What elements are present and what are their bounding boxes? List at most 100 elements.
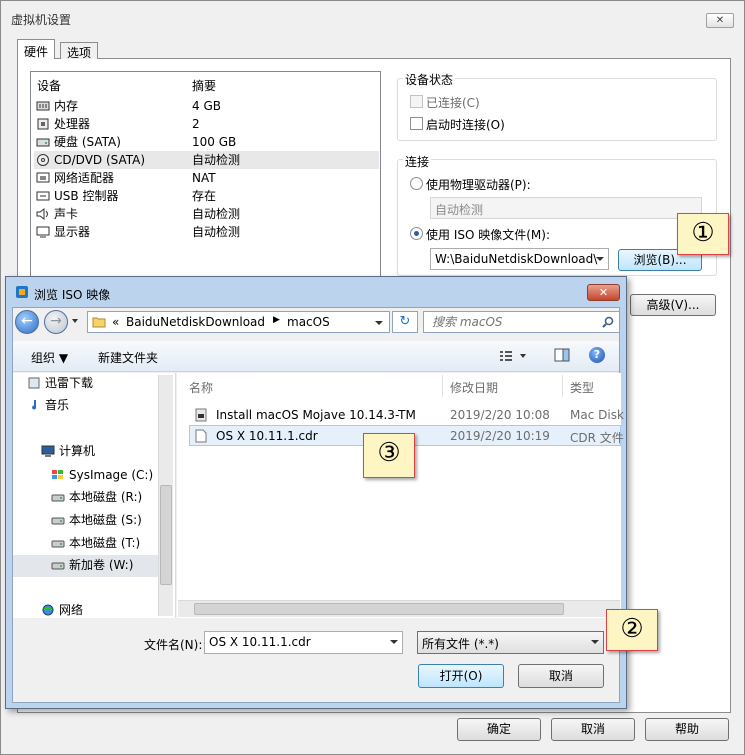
search-input[interactable] [430,314,595,330]
forward-button[interactable]: → [44,310,68,334]
device-summary: 存在 [192,189,217,203]
nav-item-computer[interactable]: 计算机 [41,441,95,461]
device-row-network[interactable]: 网络适配器 NAT [34,169,379,187]
device-row-usb[interactable]: USB 控制器 存在 [34,187,379,205]
ok-button[interactable]: 确定 [457,718,541,741]
nav-item-drive-s[interactable]: 本地磁盘 (S:) [51,510,142,530]
memory-icon [36,100,50,112]
iso-image-radio[interactable] [410,227,423,240]
drive-icon [51,514,65,526]
help-button[interactable]: 帮助 [645,718,729,741]
nav-item-drive-w[interactable]: 新加卷 (W:) [13,555,158,577]
help-icon[interactable]: ? [589,347,605,363]
file-list: 名称 修改日期 类型 Install macOS Mojave 10.14.3-… [177,373,624,618]
summary-column-header[interactable]: 摘要 [192,77,216,94]
organize-menu[interactable]: 组织 ▼ [31,349,68,366]
device-summary: 4 GB [192,99,221,113]
nav-item-drive-c[interactable]: SysImage (C:) [52,465,153,485]
physical-drive-radio[interactable] [410,177,423,190]
column-divider [562,375,563,397]
device-name: 硬盘 (SATA) [54,135,121,149]
nav-label: 本地磁盘 (R:) [69,490,143,504]
filename-combo[interactable]: OS X 10.11.1.cdr [204,631,403,654]
filetype-value: 所有文件 (*.*) [422,637,499,651]
device-name: 内存 [54,99,79,113]
back-button[interactable]: ← [15,310,39,334]
callout-2: ② [606,609,658,651]
device-row-display[interactable]: 显示器 自动检测 [34,223,379,241]
file-icon [195,429,207,443]
file-date: 2019/2/20 10:08 [450,408,550,422]
physical-drive-label: 使用物理驱动器(P): [426,178,531,192]
close-button[interactable]: ✕ [706,13,734,28]
preview-pane-icon[interactable] [554,348,570,362]
history-chevron-icon[interactable] [72,319,78,323]
device-summary: 自动检测 [192,153,241,167]
file-row[interactable]: Install macOS Mojave 10.14.3-TM 2019/2/2… [189,405,624,425]
nav-scrollbar[interactable] [158,375,173,616]
device-summary: NAT [192,171,216,185]
address-bar[interactable]: « BaiduNetdiskDownload ▶ macOS [87,311,390,333]
nav-item-network[interactable]: 网络 [42,600,83,620]
device-name: 声卡 [54,207,79,221]
iso-path-combo[interactable]: W:\BaiduNetdiskDownload\ [430,248,609,270]
device-row-harddisk[interactable]: 硬盘 (SATA) 100 GB [34,133,379,151]
device-row-memory[interactable]: 内存 4 GB [34,97,379,115]
nav-label: 本地磁盘 (S:) [69,513,142,527]
view-options-icon[interactable] [500,350,528,362]
device-row-cdrom[interactable]: CD/DVD (SATA) 自动检测 [34,151,379,169]
chevron-down-icon [591,640,599,644]
drive-icon [51,537,65,549]
physical-drive-select[interactable]: 自动检测 [430,197,702,219]
advanced-button[interactable]: 高级(V)... [630,294,716,316]
open-button[interactable]: 打开(O) [418,664,504,688]
filetype-select[interactable]: 所有文件 (*.*) [417,631,604,654]
dialog-cancel-button[interactable]: 取消 [518,664,604,688]
breadcrumb-overflow[interactable]: « [112,315,119,329]
search-box[interactable] [423,311,620,333]
breadcrumb-separator-icon: ▶ [273,315,280,325]
tab-hardware[interactable]: 硬件 [17,39,56,59]
dialog-title: 浏览 ISO 映像 [34,288,111,302]
nav-item-drive-r[interactable]: 本地磁盘 (R:) [51,487,143,507]
new-folder-button[interactable]: 新建文件夹 [98,349,158,366]
scroll-thumb[interactable] [160,485,172,585]
folder-icon [92,316,106,328]
connected-checkbox[interactable] [410,95,423,108]
device-row-cpu[interactable]: 处理器 2 [34,115,379,133]
nav-item-drive-t[interactable]: 本地磁盘 (T:) [51,533,141,553]
file-name: OS X 10.11.1.cdr [216,429,318,443]
connected-label: 已连接(C) [426,96,480,110]
breadcrumb-item[interactable]: BaiduNetdiskDownload [126,315,265,329]
device-summary: 自动检测 [192,225,241,239]
scroll-thumb[interactable] [194,603,564,615]
chevron-down-icon[interactable] [375,321,383,325]
music-icon [27,399,41,411]
device-row-sound[interactable]: 声卡 自动检测 [34,205,379,223]
refresh-icon[interactable]: ↻ [392,311,418,333]
cancel-button[interactable]: 取消 [551,718,635,741]
device-column-header[interactable]: 设备 [37,77,61,94]
horizontal-scrollbar[interactable] [178,600,620,617]
iso-path-value: W:\BaiduNetdiskDownload\ [435,252,598,266]
command-bar: 组织 ▼ 新建文件夹 ? [13,341,619,372]
file-type: Mac Disk [570,408,624,422]
chevron-down-icon [390,640,398,644]
nav-item-music[interactable]: 音乐 [32,395,70,415]
nav-label: 音乐 [45,398,70,412]
dialog-close-button[interactable]: ✕ [587,284,620,301]
physical-drive-value: 自动检测 [435,203,484,217]
harddisk-icon [36,136,50,148]
column-header-date[interactable]: 修改日期 [450,379,498,396]
breadcrumb-item[interactable]: macOS [287,315,330,329]
windows-drive-icon [51,469,65,481]
nav-label: 本地磁盘 (T:) [69,536,141,550]
tab-options[interactable]: 选项 [60,42,99,60]
nav-item-thunder-downloads[interactable]: 迅雷下载 [28,373,93,393]
connect-at-power-on-checkbox[interactable] [410,117,423,130]
drive-icon [51,559,65,571]
title-bar: 虚拟机设置 ✕ [1,1,744,35]
column-header-type[interactable]: 类型 [570,379,594,396]
monitor-icon [36,226,50,238]
column-header-name[interactable]: 名称 [189,379,213,396]
